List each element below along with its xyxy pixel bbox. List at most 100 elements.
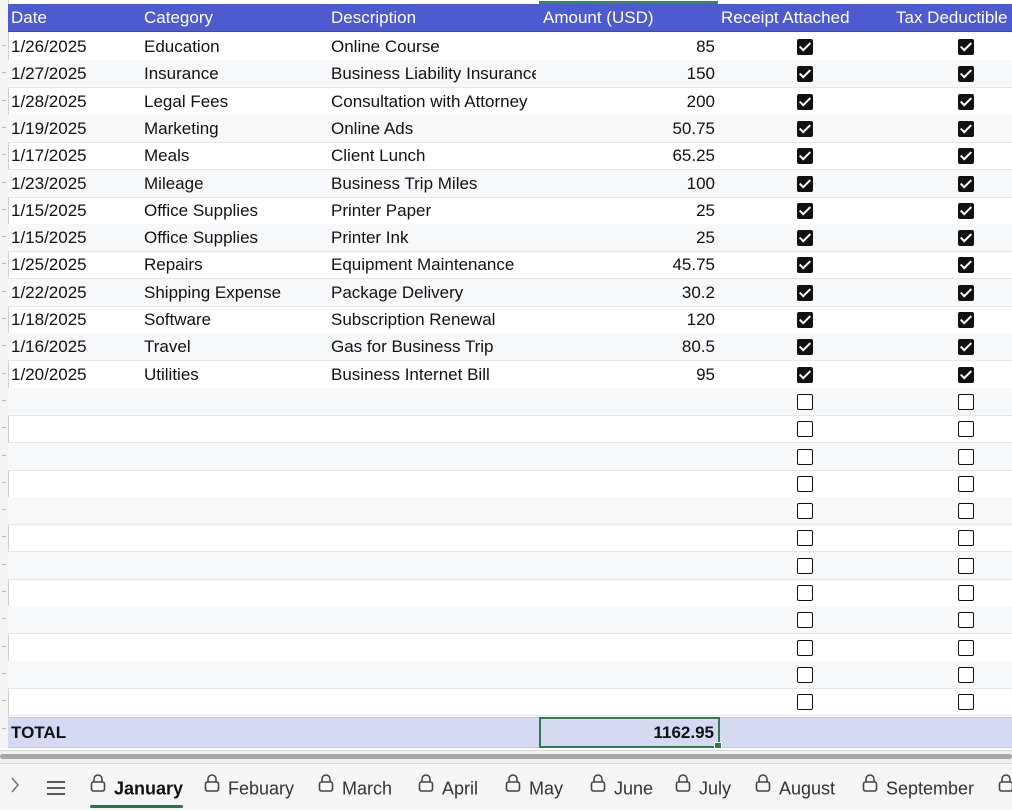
cell-category[interactable]: Marketing — [144, 115, 324, 142]
cell-date[interactable]: 1/15/2025 — [11, 224, 136, 251]
cell-date[interactable]: 1/16/2025 — [11, 333, 136, 360]
cell-category[interactable] — [144, 415, 324, 442]
tab-september[interactable]: September — [862, 764, 974, 810]
cell-description[interactable]: Business Liability Insurance — [331, 60, 536, 87]
cell-category[interactable]: Education — [144, 33, 324, 60]
receipt-checkbox[interactable] — [797, 612, 813, 628]
cell-description[interactable]: Printer Ink — [331, 224, 536, 251]
header-description[interactable]: Description — [331, 4, 536, 31]
table-row[interactable] — [8, 634, 1012, 662]
header-tax-deductible[interactable]: Tax Deductible — [896, 4, 1012, 31]
receipt-checkbox[interactable] — [797, 66, 813, 82]
cell-amount[interactable] — [543, 443, 715, 470]
header-receipt-attached[interactable]: Receipt Attached — [721, 4, 891, 31]
receipt-checkbox[interactable] — [797, 694, 813, 710]
receipt-checkbox[interactable] — [797, 312, 813, 328]
tax-deductible-checkbox[interactable] — [958, 148, 974, 164]
table-row[interactable]: 1/28/2025Legal FeesConsultation with Att… — [8, 88, 1012, 116]
tab-may[interactable]: May — [505, 764, 563, 810]
receipt-checkbox[interactable] — [797, 503, 813, 519]
tax-deductible-checkbox[interactable] — [958, 503, 974, 519]
table-row[interactable] — [8, 688, 1012, 716]
tax-deductible-checkbox[interactable] — [958, 203, 974, 219]
cell-description[interactable]: Gas for Business Trip — [331, 333, 536, 360]
cell-description[interactable]: Consultation with Attorney — [331, 88, 536, 115]
header-date[interactable]: Date — [11, 4, 136, 31]
table-row[interactable] — [8, 388, 1012, 416]
receipt-checkbox[interactable] — [797, 39, 813, 55]
cell-date[interactable] — [11, 688, 136, 715]
tax-deductible-checkbox[interactable] — [958, 558, 974, 574]
tax-deductible-checkbox[interactable] — [958, 421, 974, 437]
cell-category[interactable] — [144, 388, 324, 415]
cell-date[interactable] — [11, 661, 136, 688]
receipt-checkbox[interactable] — [797, 530, 813, 546]
table-row[interactable]: 1/17/2025MealsClient Lunch65.25 — [8, 142, 1012, 170]
cell-amount[interactable] — [543, 497, 715, 524]
tax-deductible-checkbox[interactable] — [958, 230, 974, 246]
table-row[interactable] — [8, 497, 1012, 525]
cell-description[interactable]: Client Lunch — [331, 142, 536, 169]
cell-date[interactable]: 1/19/2025 — [11, 115, 136, 142]
table-row[interactable]: 1/15/2025Office SuppliesPrinter Ink25 — [8, 224, 1012, 252]
cell-date[interactable] — [11, 388, 136, 415]
table-row[interactable] — [8, 606, 1012, 634]
tax-deductible-checkbox[interactable] — [958, 667, 974, 683]
tab-july[interactable]: July — [675, 764, 731, 810]
cell-amount[interactable]: 45.75 — [543, 251, 715, 278]
cell-category[interactable] — [144, 661, 324, 688]
tax-deductible-checkbox[interactable] — [958, 285, 974, 301]
cell-category[interactable]: Office Supplies — [144, 197, 324, 224]
tab-june[interactable]: June — [590, 764, 653, 810]
cell-amount[interactable]: 80.5 — [543, 333, 715, 360]
cell-description[interactable] — [331, 661, 536, 688]
cell-category[interactable] — [144, 524, 324, 551]
cell-description[interactable]: Business Internet Bill — [331, 361, 536, 388]
cell-amount[interactable]: 65.25 — [543, 142, 715, 169]
cell-category[interactable]: Mileage — [144, 170, 324, 197]
receipt-checkbox[interactable] — [797, 94, 813, 110]
chevron-right-icon[interactable] — [10, 776, 20, 799]
table-row[interactable] — [8, 661, 1012, 689]
cell-description[interactable] — [331, 688, 536, 715]
tab-august[interactable]: August — [755, 764, 835, 810]
cell-amount[interactable] — [543, 661, 715, 688]
tab-febuary[interactable]: Febuary — [204, 764, 294, 810]
tax-deductible-checkbox[interactable] — [958, 176, 974, 192]
cell-category[interactable]: Office Supplies — [144, 224, 324, 251]
tax-deductible-checkbox[interactable] — [958, 121, 974, 137]
table-row[interactable] — [8, 579, 1012, 607]
lock-icon[interactable] — [998, 764, 1012, 810]
cell-description[interactable]: Subscription Renewal — [331, 306, 536, 333]
cell-description[interactable] — [331, 443, 536, 470]
cell-description[interactable] — [331, 524, 536, 551]
cell-date[interactable] — [11, 634, 136, 661]
receipt-checkbox[interactable] — [797, 476, 813, 492]
cell-date[interactable] — [11, 552, 136, 579]
cell-amount[interactable] — [543, 470, 715, 497]
cell-category[interactable]: Utilities — [144, 361, 324, 388]
cell-description[interactable]: Printer Paper — [331, 197, 536, 224]
tax-deductible-checkbox[interactable] — [958, 612, 974, 628]
cell-category[interactable] — [144, 579, 324, 606]
tax-deductible-checkbox[interactable] — [958, 367, 974, 383]
table-row[interactable] — [8, 443, 1012, 471]
cell-category[interactable] — [144, 552, 324, 579]
tax-deductible-checkbox[interactable] — [958, 394, 974, 410]
receipt-checkbox[interactable] — [797, 203, 813, 219]
receipt-checkbox[interactable] — [797, 148, 813, 164]
cell-category[interactable] — [144, 497, 324, 524]
tax-deductible-checkbox[interactable] — [958, 585, 974, 601]
tax-deductible-checkbox[interactable] — [958, 39, 974, 55]
cell-amount[interactable]: 25 — [543, 197, 715, 224]
cell-description[interactable] — [331, 415, 536, 442]
receipt-checkbox[interactable] — [797, 257, 813, 273]
cell-description[interactable] — [331, 388, 536, 415]
cell-description[interactable] — [331, 579, 536, 606]
cell-description[interactable]: Business Trip Miles — [331, 170, 536, 197]
cell-date[interactable]: 1/23/2025 — [11, 170, 136, 197]
tab-march[interactable]: March — [318, 764, 392, 810]
cell-description[interactable]: Online Course — [331, 33, 536, 60]
table-row[interactable]: 1/16/2025TravelGas for Business Trip80.5 — [8, 333, 1012, 361]
cell-description[interactable] — [331, 470, 536, 497]
